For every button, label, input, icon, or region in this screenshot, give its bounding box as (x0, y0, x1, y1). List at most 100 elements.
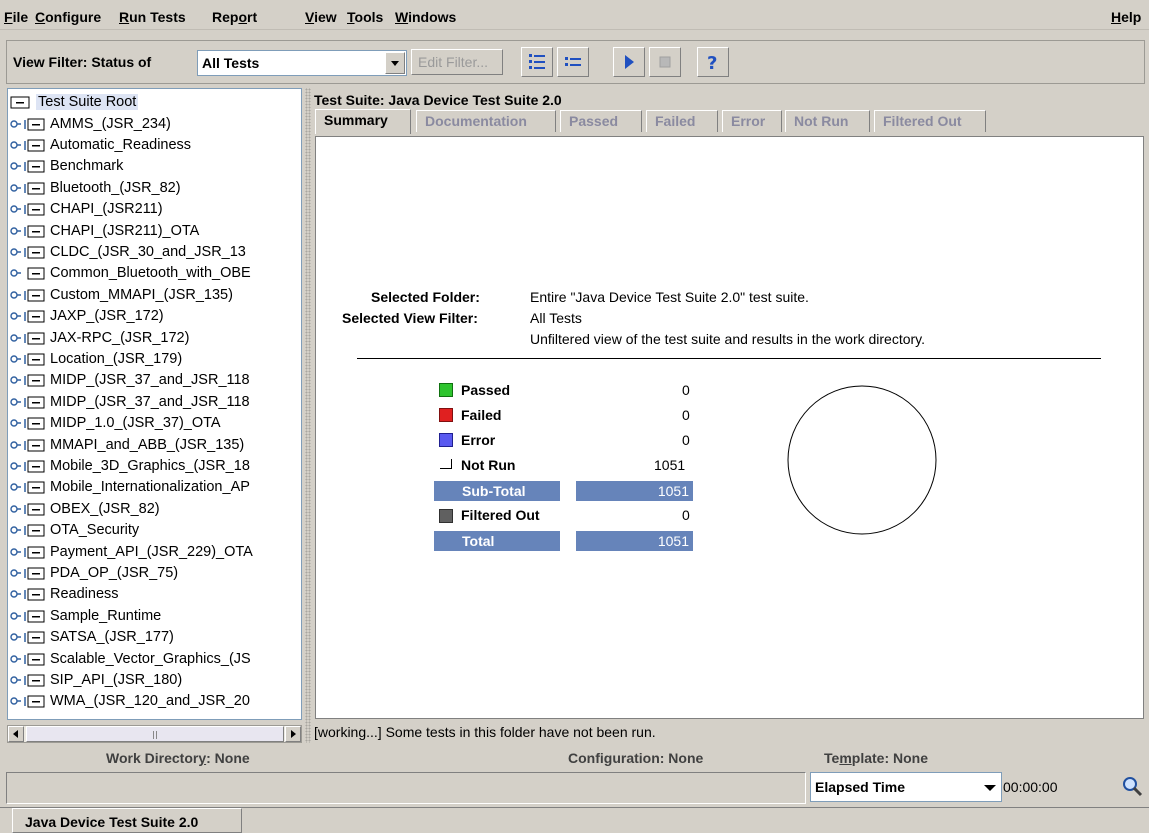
folder-icon (24, 159, 46, 173)
scroll-thumb[interactable] (26, 726, 284, 742)
menu-view[interactable]: View (305, 9, 337, 25)
tree-item[interactable]: WMA_(JSR_120_and_JSR_20 (10, 691, 250, 712)
expand-toggle-icon[interactable] (10, 267, 22, 279)
error-count: 0 (682, 432, 690, 448)
expand-toggle-icon[interactable] (10, 481, 22, 493)
tree-item-label: OTA_Security (50, 522, 140, 539)
expand-toggle-icon[interactable] (10, 118, 22, 130)
tree-item[interactable]: AMMS_(JSR_234) (10, 113, 171, 134)
tab-failed[interactable]: Failed (646, 110, 718, 132)
expand-toggle-icon[interactable] (10, 546, 22, 558)
tab-filtered-out[interactable]: Filtered Out (874, 110, 986, 132)
edit-filter-button[interactable]: Edit Filter... (411, 49, 503, 75)
tree-item[interactable]: SATSA_(JSR_177) (10, 627, 174, 648)
folder-icon (24, 202, 46, 216)
tree-item-label: WMA_(JSR_120_and_JSR_20 (50, 693, 250, 710)
expand-toggle-icon[interactable] (10, 653, 22, 665)
tab-passed[interactable]: Passed (560, 110, 642, 132)
tree-item[interactable]: Mobile_Internationalization_AP (10, 477, 250, 498)
expand-toggle-icon[interactable] (10, 160, 22, 172)
run-tests-icon[interactable] (613, 47, 645, 77)
tree-item[interactable]: JAX-RPC_(JSR_172) (10, 327, 189, 348)
collapse-list-icon[interactable] (557, 47, 589, 77)
tree-item[interactable]: Sample_Runtime (10, 605, 161, 626)
expand-toggle-icon[interactable] (10, 246, 22, 258)
expand-toggle-icon[interactable] (10, 182, 22, 194)
tree-item[interactable]: SIP_API_(JSR_180) (10, 669, 182, 690)
tree-item[interactable]: Readiness (10, 584, 119, 605)
expand-toggle-icon[interactable] (10, 674, 22, 686)
tree-item[interactable]: MMAPI_and_ABB_(JSR_135) (10, 434, 244, 455)
tree-item[interactable]: Custom_MMAPI_(JSR_135) (10, 284, 233, 305)
expand-toggle-icon[interactable] (10, 610, 22, 622)
expand-toggle-icon[interactable] (10, 460, 22, 472)
test-tree[interactable]: Test Suite Root AMMS_(JSR_234) Automatic_… (7, 88, 302, 720)
tree-item[interactable]: OBEX_(JSR_82) (10, 498, 160, 519)
tree-item[interactable]: Benchmark (10, 156, 123, 177)
expand-toggle-icon[interactable] (10, 524, 22, 536)
tree-item[interactable]: MIDP_(JSR_37_and_JSR_118 (10, 391, 250, 412)
expand-toggle-icon[interactable] (10, 332, 22, 344)
tab-error[interactable]: Error (722, 110, 782, 132)
expand-toggle-icon[interactable] (10, 396, 22, 408)
splitter[interactable] (305, 88, 311, 743)
expand-toggle-icon[interactable] (10, 417, 22, 429)
tab-documentation[interactable]: Documentation (416, 110, 556, 132)
tree-item[interactable]: JAXP_(JSR_172) (10, 306, 164, 327)
expand-toggle-icon[interactable] (10, 289, 22, 301)
chevron-down-icon[interactable] (385, 52, 405, 74)
menu-help[interactable]: Help (1111, 9, 1141, 25)
scroll-left-icon[interactable] (8, 726, 24, 742)
expand-toggle-icon[interactable] (10, 631, 22, 643)
stop-tests-icon[interactable] (649, 47, 681, 77)
expand-toggle-icon[interactable] (10, 588, 22, 600)
tree-item[interactable]: Payment_API_(JSR_229)_OTA (10, 541, 253, 562)
tree-item[interactable]: MIDP_(JSR_37_and_JSR_118 (10, 370, 250, 391)
elapsed-time-select[interactable]: Elapsed Time (810, 772, 1002, 802)
expand-toggle-icon[interactable] (10, 567, 22, 579)
menu-report[interactable]: Report (212, 9, 257, 25)
expand-toggle-icon[interactable] (10, 225, 22, 237)
tree-item[interactable]: OTA_Security (10, 520, 139, 541)
tree-item[interactable]: Scalable_Vector_Graphics_(JS (10, 648, 251, 669)
expand-toggle-icon[interactable] (10, 439, 22, 451)
tree-item[interactable]: Automatic_Readiness (10, 134, 191, 155)
help-icon[interactable]: ? (697, 47, 729, 77)
window-tab[interactable]: Java Device Test Suite 2.0 (12, 808, 242, 833)
expand-toggle-icon[interactable] (10, 374, 22, 386)
tree-item[interactable]: CHAPI_(JSR211)_OTA (10, 220, 199, 241)
not-run-icon (440, 459, 452, 469)
tree-root[interactable]: Test Suite Root (10, 91, 139, 112)
expand-toggle-icon[interactable] (10, 503, 22, 515)
menu-tools[interactable]: Tools (347, 9, 383, 25)
magnifier-icon[interactable] (1120, 774, 1144, 798)
tree-item[interactable]: CLDC_(JSR_30_and_JSR_13 (10, 241, 246, 262)
expand-toggle-icon[interactable] (10, 310, 22, 322)
menu-windows[interactable]: Windows (395, 9, 456, 25)
divider (357, 358, 1101, 359)
tab-summary[interactable]: Summary (315, 109, 411, 134)
summary-pane: Selected Folder: Entire "Java Device Tes… (315, 136, 1144, 719)
scroll-right-icon[interactable] (285, 726, 301, 742)
tree-item[interactable]: Mobile_3D_Graphics_(JSR_18 (10, 455, 250, 476)
tab-not-run[interactable]: Not Run (785, 110, 870, 132)
folder-icon (24, 395, 46, 409)
tree-item[interactable]: Common_Bluetooth_with_OBE (10, 263, 251, 284)
chevron-down-icon[interactable] (983, 783, 997, 793)
tree-horizontal-scrollbar[interactable] (7, 725, 302, 743)
expand-toggle-icon[interactable] (10, 353, 22, 365)
tree-item[interactable]: MIDP_1.0_(JSR_37)_OTA (10, 413, 221, 434)
expand-list-icon[interactable] (521, 47, 553, 77)
tree-item[interactable]: PDA_OP_(JSR_75) (10, 562, 178, 583)
tree-item[interactable]: Bluetooth_(JSR_82) (10, 177, 181, 198)
tree-item[interactable]: Location_(JSR_179) (10, 348, 182, 369)
menu-run-tests[interactable]: Run Tests (119, 9, 186, 25)
menu-configure[interactable]: Configure (35, 9, 101, 25)
expand-toggle-icon[interactable] (10, 203, 22, 215)
tree-item-label: Mobile_3D_Graphics_(JSR_18 (50, 457, 250, 474)
view-filter-select[interactable]: All Tests (197, 50, 407, 76)
menu-file[interactable]: File (4, 9, 28, 25)
expand-toggle-icon[interactable] (10, 139, 22, 151)
expand-toggle-icon[interactable] (10, 695, 22, 707)
tree-item[interactable]: CHAPI_(JSR211) (10, 199, 163, 220)
